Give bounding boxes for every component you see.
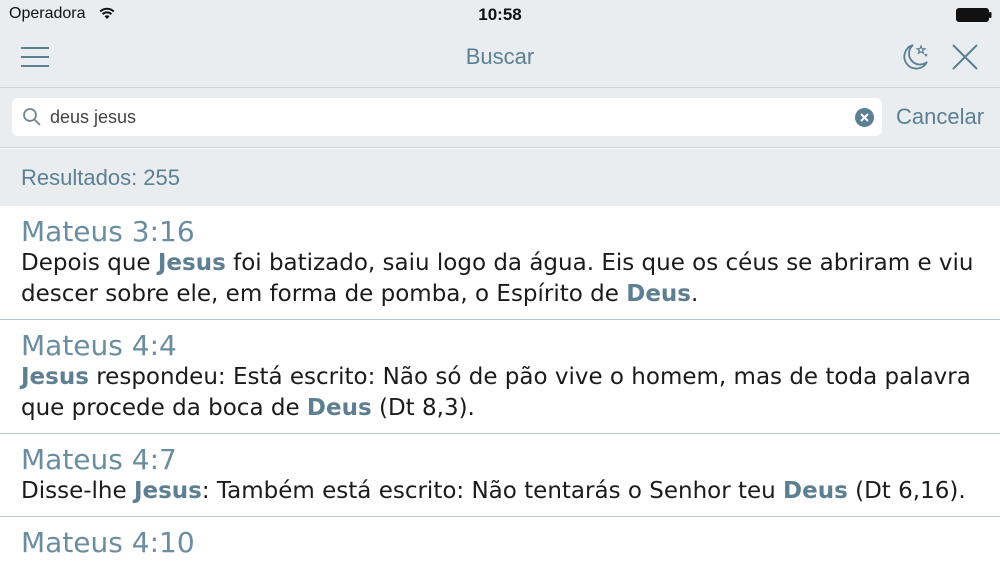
status-time: 10:58 <box>478 5 522 24</box>
result-item[interactable]: Mateus 4:10 <box>0 517 1000 563</box>
search-input[interactable] <box>50 102 850 132</box>
status-bar: Operadora 10:58 <box>0 0 1000 28</box>
highlight-term: Jesus <box>133 478 202 504</box>
highlight-term: Jesus <box>157 250 226 276</box>
search-field[interactable] <box>12 98 882 136</box>
close-button[interactable] <box>950 42 980 72</box>
highlight-term: Deus <box>306 395 372 421</box>
highlight-term: Jesus <box>21 364 89 390</box>
search-bar: Cancelar <box>0 88 1000 148</box>
results-count: Resultados: 255 <box>21 165 180 190</box>
night-mode-button[interactable] <box>898 40 932 74</box>
results-header: Resultados: 255 <box>0 149 1000 206</box>
verse-reference: Mateus 4:10 <box>21 526 195 559</box>
night-mode-icon <box>903 44 928 70</box>
verse-reference: Mateus 4:4 <box>21 329 177 362</box>
nav-bar: Buscar <box>0 28 1000 88</box>
close-icon <box>952 44 978 70</box>
verse-text: Disse-lhe Jesus: Também está escrito: Nã… <box>21 478 966 504</box>
verse-reference: Mateus 3:16 <box>21 215 195 248</box>
verse-text: Jesus respondeu: Está escrito: Não só de… <box>21 364 971 421</box>
result-item[interactable]: Mateus 4:7 Disse-lhe Jesus: Também está … <box>0 434 1000 517</box>
cancel-button[interactable]: Cancelar <box>896 104 984 130</box>
highlight-term: Deus <box>783 478 848 504</box>
verse-text: Depois que Jesus foi batizado, saiu logo… <box>21 250 974 307</box>
result-item[interactable]: Mateus 3:16 Depois que Jesus foi batizad… <box>0 206 1000 320</box>
result-item[interactable]: Mateus 4:4 Jesus respondeu: Está escrito… <box>0 320 1000 434</box>
battery-icon <box>956 8 992 22</box>
clear-search-button[interactable] <box>855 108 874 127</box>
verse-reference: Mateus 4:7 <box>21 443 177 476</box>
results-list: Mateus 3:16 Depois que Jesus foi batizad… <box>0 206 1000 563</box>
highlight-term: Deus <box>626 281 691 307</box>
search-icon <box>23 108 41 126</box>
clear-icon <box>855 108 874 127</box>
page-title: Buscar <box>465 44 535 69</box>
